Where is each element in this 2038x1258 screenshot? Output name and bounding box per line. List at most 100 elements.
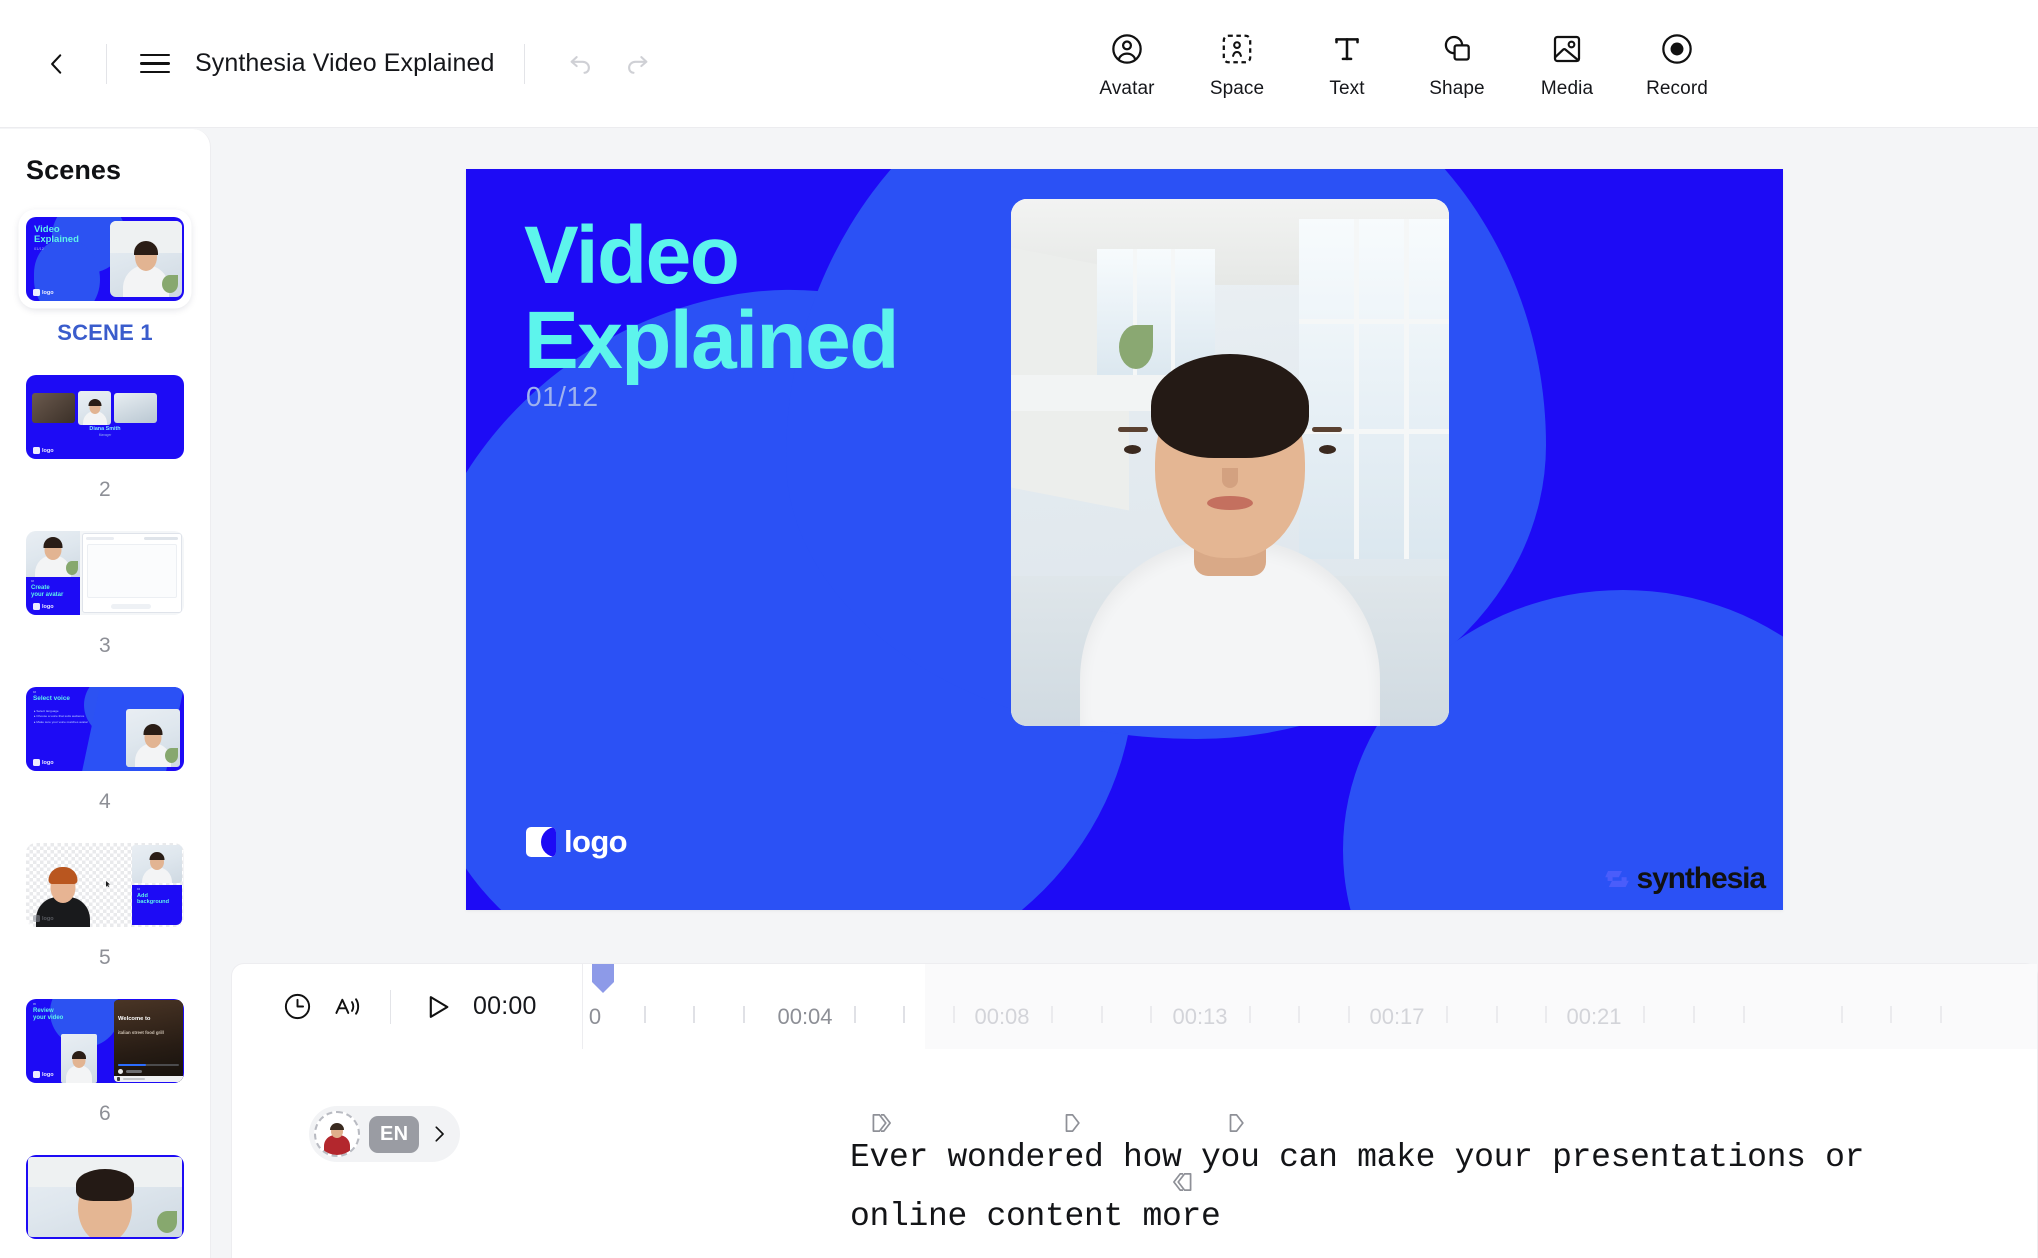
scene-thumbnail-5[interactable]: 04 Add background logo	[21, 838, 189, 932]
thumb-avatar-photo	[26, 531, 80, 577]
timeline-time-label: 00:04	[777, 1004, 833, 1029]
thumb-person-name: Diana Smith	[89, 426, 121, 432]
thumb-logo: logo	[33, 447, 54, 454]
scene-item-2[interactable]: Diana Smith Manager logo 2	[0, 370, 210, 520]
slide-canvas[interactable]: Video Explained 01/12 logo synthesia	[466, 168, 1783, 910]
text-t-icon	[1329, 29, 1365, 69]
thumb-photo	[32, 393, 75, 423]
divider	[390, 989, 391, 1024]
thumb-bullet: Select language	[36, 709, 59, 713]
timeline-ruler[interactable]: 0 00:04 00:08 00:13 00:17 00:21	[582, 964, 2037, 1049]
pause-marker-right-icon[interactable]	[1060, 1099, 1086, 1132]
tool-avatar[interactable]: Avatar	[1072, 12, 1182, 116]
top-bar: Synthesia Video Explained Avatar Space T…	[0, 0, 2038, 128]
timeline-tick	[903, 1006, 905, 1023]
tool-label: Space	[1209, 77, 1265, 99]
scene-thumbnail-1[interactable]: Video Explained 01/12 logo	[21, 212, 189, 306]
timeline-tick	[953, 1006, 955, 1023]
avatar-video-element[interactable]	[1011, 198, 1449, 726]
pause-marker-double-right-icon[interactable]	[868, 1099, 894, 1132]
timeline-tick	[1545, 1006, 1547, 1023]
thumb-canvas: 03 Select voice ▸ Select language ▸ Choo…	[26, 687, 184, 771]
pause-marker-right-icon[interactable]	[1224, 1099, 1250, 1132]
thumb-title-line1: Review	[33, 1008, 54, 1014]
menu-button[interactable]	[129, 38, 181, 90]
scene-thumbnail-7[interactable]	[21, 1150, 189, 1244]
thumb-photo	[114, 393, 157, 423]
thumb-title: Add background	[137, 893, 169, 906]
scene-list: Video Explained 01/12 logo SCENE 1 Diana…	[0, 186, 210, 1244]
thumb-video-title: Welcome to	[118, 1016, 151, 1022]
thumb-canvas: 04 Add background logo	[26, 843, 184, 927]
script-avatar-language-chip[interactable]: EN	[309, 1106, 461, 1162]
tool-text[interactable]: Text	[1292, 12, 1402, 116]
timeline-tick	[693, 1006, 695, 1023]
scene-item-4[interactable]: 03 Select voice ▸ Select language ▸ Choo…	[0, 682, 210, 832]
script-editor[interactable]: Ever wondered how you can make your pres…	[850, 1114, 1977, 1258]
thumb-title-line1: Add	[137, 893, 148, 899]
slide-title-line1: Video	[524, 209, 740, 301]
tool-label: Media	[1540, 77, 1594, 99]
play-button[interactable]	[415, 984, 461, 1030]
document-title[interactable]: Synthesia Video Explained	[195, 49, 494, 78]
timeline-inactive-region	[925, 964, 2037, 1049]
scene-item-5[interactable]: 04 Add background logo 5	[0, 838, 210, 988]
thumb-bullets: ▸ Select language ▸ Choose a voice that …	[34, 709, 88, 724]
scene-thumbnail-4[interactable]: 03 Select voice ▸ Select language ▸ Choo…	[21, 682, 189, 776]
scene-item-7[interactable]	[0, 1150, 210, 1244]
undo-button[interactable]	[553, 36, 609, 92]
timeline-tick	[1051, 1006, 1053, 1023]
thumb-title: Video Explained	[34, 224, 79, 246]
timeline-time-label: 00:17	[1369, 1004, 1425, 1029]
thumb-avatar-photo	[110, 221, 182, 297]
scene-thumbnail-2[interactable]: Diana Smith Manager logo	[21, 370, 189, 464]
timeline-time-label: 00:08	[974, 1004, 1030, 1029]
thumb-title-line2: background	[137, 899, 170, 906]
scene-label-6: 6	[99, 1102, 111, 1125]
timeline-tick	[743, 1006, 745, 1023]
tool-shape[interactable]: Shape	[1402, 12, 1512, 116]
scene-label-2: 2	[99, 478, 111, 501]
avatar-thumbnail[interactable]	[314, 1111, 360, 1157]
tool-space[interactable]: Space	[1182, 12, 1292, 116]
timeline-tick	[1298, 1006, 1300, 1023]
thumb-video-sub: italian street food grill	[118, 1030, 164, 1035]
thumb-bullet: Choose a voice that suits audience	[36, 714, 85, 719]
back-button[interactable]	[30, 37, 84, 91]
thumb-title-line2: your avatar	[31, 591, 64, 598]
timeline-controls: 00:00	[232, 964, 582, 1049]
timeline-bar: 00:00 0 00:04 00:08 00:13 00:17 00:21	[231, 963, 2038, 1049]
chevron-right-icon[interactable]	[428, 1123, 450, 1145]
language-badge[interactable]: EN	[369, 1115, 420, 1153]
thumb-canvas: Video Explained 01/12 logo	[26, 217, 184, 301]
thumb-photo	[78, 391, 111, 425]
slide-counter[interactable]: 01/12	[526, 381, 599, 413]
thumb-app-window	[82, 533, 182, 613]
thumb-logo: logo	[33, 603, 54, 610]
timeline-tick	[1841, 1006, 1843, 1023]
scene-item-1[interactable]: Video Explained 01/12 logo SCENE 1	[0, 212, 210, 364]
play-icon	[429, 995, 449, 1018]
tool-record[interactable]: Record	[1622, 12, 1732, 116]
scene-duration-button[interactable]	[272, 982, 322, 1032]
thumb-step: 05	[33, 1003, 36, 1006]
scene-item-6[interactable]: 05 Review your video Welcome to italian …	[0, 994, 210, 1144]
slide-logo[interactable]: logo	[526, 824, 628, 860]
scene-thumbnail-3[interactable]: 02 Create your avatar logo	[21, 526, 189, 620]
tool-media[interactable]: Media	[1512, 12, 1622, 116]
playhead-handle[interactable]	[592, 964, 614, 993]
redo-button[interactable]	[609, 36, 665, 92]
timeline-tick	[1743, 1006, 1745, 1023]
pause-marker-double-left-icon[interactable]	[1170, 1158, 1196, 1191]
thumb-title: Select voice	[33, 695, 70, 702]
thumb-title: Review your video	[33, 1008, 63, 1022]
slide-title[interactable]: Video Explained	[524, 209, 899, 384]
script-line-1: Ever wondered how you can make your pres…	[850, 1139, 1865, 1235]
undo-icon	[571, 55, 591, 74]
script-line-2: engaging and personal?	[850, 1246, 1977, 1258]
scene-item-3[interactable]: 02 Create your avatar logo 3	[0, 526, 210, 676]
voice-speed-button[interactable]	[322, 982, 372, 1032]
thumb-caption-block: 04 Add background	[132, 885, 182, 925]
thumb-logo: logo	[33, 915, 54, 922]
scene-thumbnail-6[interactable]: 05 Review your video Welcome to italian …	[21, 994, 189, 1088]
